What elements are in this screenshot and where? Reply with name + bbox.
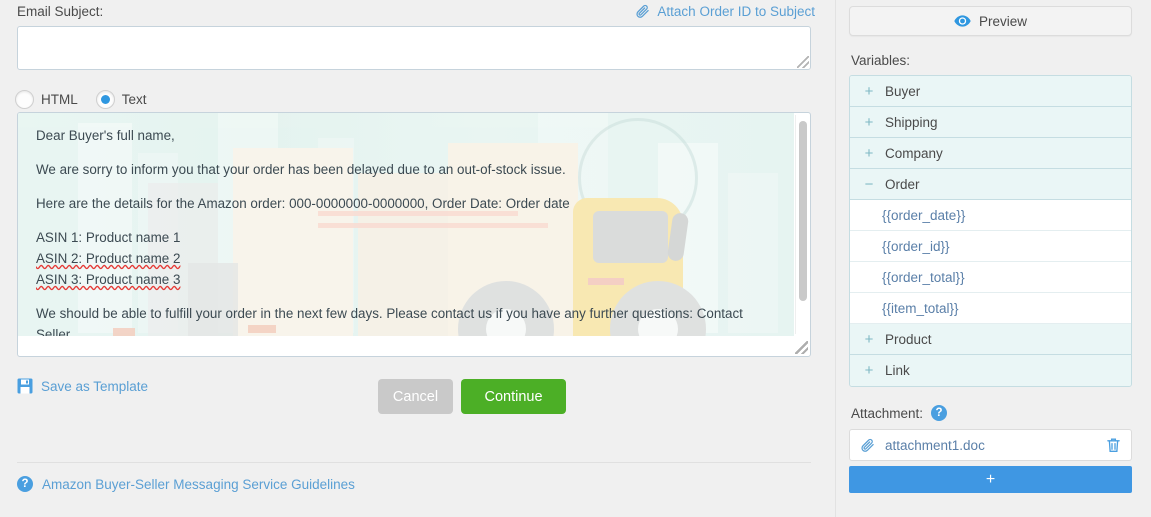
email-body-text[interactable]: Dear Buyer's full name, We are sorry to … <box>18 113 794 336</box>
body-greeting: Dear Buyer's full name, <box>36 128 175 143</box>
variable-order-total[interactable]: {{order_total}} <box>850 262 1131 293</box>
email-body-editor[interactable]: Dear Buyer's full name, We are sorry to … <box>17 112 811 357</box>
trash-icon[interactable] <box>1106 437 1121 453</box>
variable-group-product[interactable]: + Product <box>850 324 1131 355</box>
plus-icon: + <box>864 144 874 162</box>
form-actions: Cancel Continue <box>378 379 566 414</box>
main-panel: Email Subject: Attach Order ID to Subjec… <box>0 0 835 517</box>
variable-item-total[interactable]: {{item_total}} <box>850 293 1131 324</box>
format-radio-group: HTML Text <box>15 90 147 109</box>
variable-order-date[interactable]: {{order_date}} <box>850 200 1131 231</box>
guidelines-label: Amazon Buyer-Seller Messaging Service Gu… <box>42 476 355 492</box>
add-attachment-button[interactable]: + <box>849 466 1132 493</box>
floppy-disk-icon <box>17 378 33 394</box>
email-subject-input[interactable] <box>17 26 811 70</box>
radio-html-icon[interactable] <box>15 90 34 109</box>
help-question-icon[interactable]: ? <box>931 405 948 421</box>
body-paragraph-2: Here are the details for the Amazon orde… <box>36 196 570 211</box>
subject-resize-handle[interactable] <box>797 56 809 68</box>
editor-resize-handle[interactable] <box>795 341 808 354</box>
continue-button[interactable]: Continue <box>461 379 566 414</box>
body-asin-line-1: ASIN 1: Product name 1 <box>36 230 181 245</box>
attach-order-id-link[interactable]: Attach Order ID to Subject <box>635 4 815 19</box>
attachment-label-text: Attachment: <box>851 405 924 421</box>
save-as-template-link[interactable]: Save as Template <box>17 378 148 394</box>
panel-gap <box>835 0 843 517</box>
sidebar-panel: Preview Variables: + Buyer + Shipping + … <box>843 0 1151 517</box>
paperclip-icon <box>860 438 875 453</box>
plus-icon: + <box>864 330 874 348</box>
body-paragraph-1: We are sorry to inform you that your ord… <box>36 162 566 177</box>
radio-text-icon[interactable] <box>95 90 115 109</box>
cancel-button[interactable]: Cancel <box>378 379 453 414</box>
email-subject-label: Email Subject: <box>17 4 104 19</box>
attach-order-id-label: Attach Order ID to Subject <box>657 4 815 19</box>
attachment-section-label: Attachment: ? <box>851 405 1145 421</box>
variable-group-link-label: Link <box>885 363 910 378</box>
variable-group-shipping-label: Shipping <box>885 114 938 130</box>
variables-list: + Buyer + Shipping + Company − Order {{o… <box>849 75 1132 387</box>
paperclip-icon <box>635 4 650 19</box>
footer-divider <box>17 462 811 463</box>
attachment-row: attachment1.doc <box>849 429 1132 461</box>
format-option-text-label: Text <box>121 92 147 107</box>
email-composer-page: Email Subject: Attach Order ID to Subjec… <box>0 0 1151 517</box>
minus-icon: − <box>864 175 874 193</box>
format-option-text[interactable]: Text <box>95 90 147 109</box>
variables-label: Variables: <box>851 53 911 68</box>
variable-group-shipping[interactable]: + Shipping <box>850 107 1131 138</box>
body-asin-line-3: ASIN 3: Product name 3 <box>36 272 181 287</box>
variable-order-id[interactable]: {{order_id}} <box>850 231 1131 262</box>
variable-group-buyer-label: Buyer <box>885 83 921 99</box>
variable-group-company[interactable]: + Company <box>850 138 1131 169</box>
email-body-canvas: Dear Buyer's full name, We are sorry to … <box>18 113 794 336</box>
guidelines-link[interactable]: ? Amazon Buyer-Seller Messaging Service … <box>17 476 355 492</box>
variable-group-link[interactable]: + Link <box>850 355 1131 386</box>
eye-icon <box>954 15 971 27</box>
plus-icon: + <box>864 82 874 100</box>
attachment-file-name: attachment1.doc <box>885 437 985 453</box>
body-paragraph-3-line-1: We should be able to fulfill your order … <box>36 306 743 336</box>
variable-group-product-label: Product <box>885 331 932 347</box>
plus-icon: + <box>864 362 874 379</box>
plus-icon: + <box>864 113 874 131</box>
variable-group-order[interactable]: − Order <box>850 169 1131 200</box>
preview-label: Preview <box>978 13 1027 29</box>
save-as-template-label: Save as Template <box>41 378 149 394</box>
preview-button[interactable]: Preview <box>849 6 1132 36</box>
variable-group-company-label: Company <box>885 145 943 161</box>
format-option-html[interactable]: HTML <box>15 90 78 109</box>
format-option-html-label: HTML <box>41 92 78 107</box>
variable-group-buyer[interactable]: + Buyer <box>850 76 1131 107</box>
scrollbar-thumb[interactable] <box>799 121 807 301</box>
email-body-scrollbar[interactable] <box>795 115 808 334</box>
question-mark-icon: ? <box>17 476 33 492</box>
body-asin-line-2: ASIN 2: Product name 2 <box>36 251 181 266</box>
variable-group-order-label: Order <box>885 176 920 192</box>
